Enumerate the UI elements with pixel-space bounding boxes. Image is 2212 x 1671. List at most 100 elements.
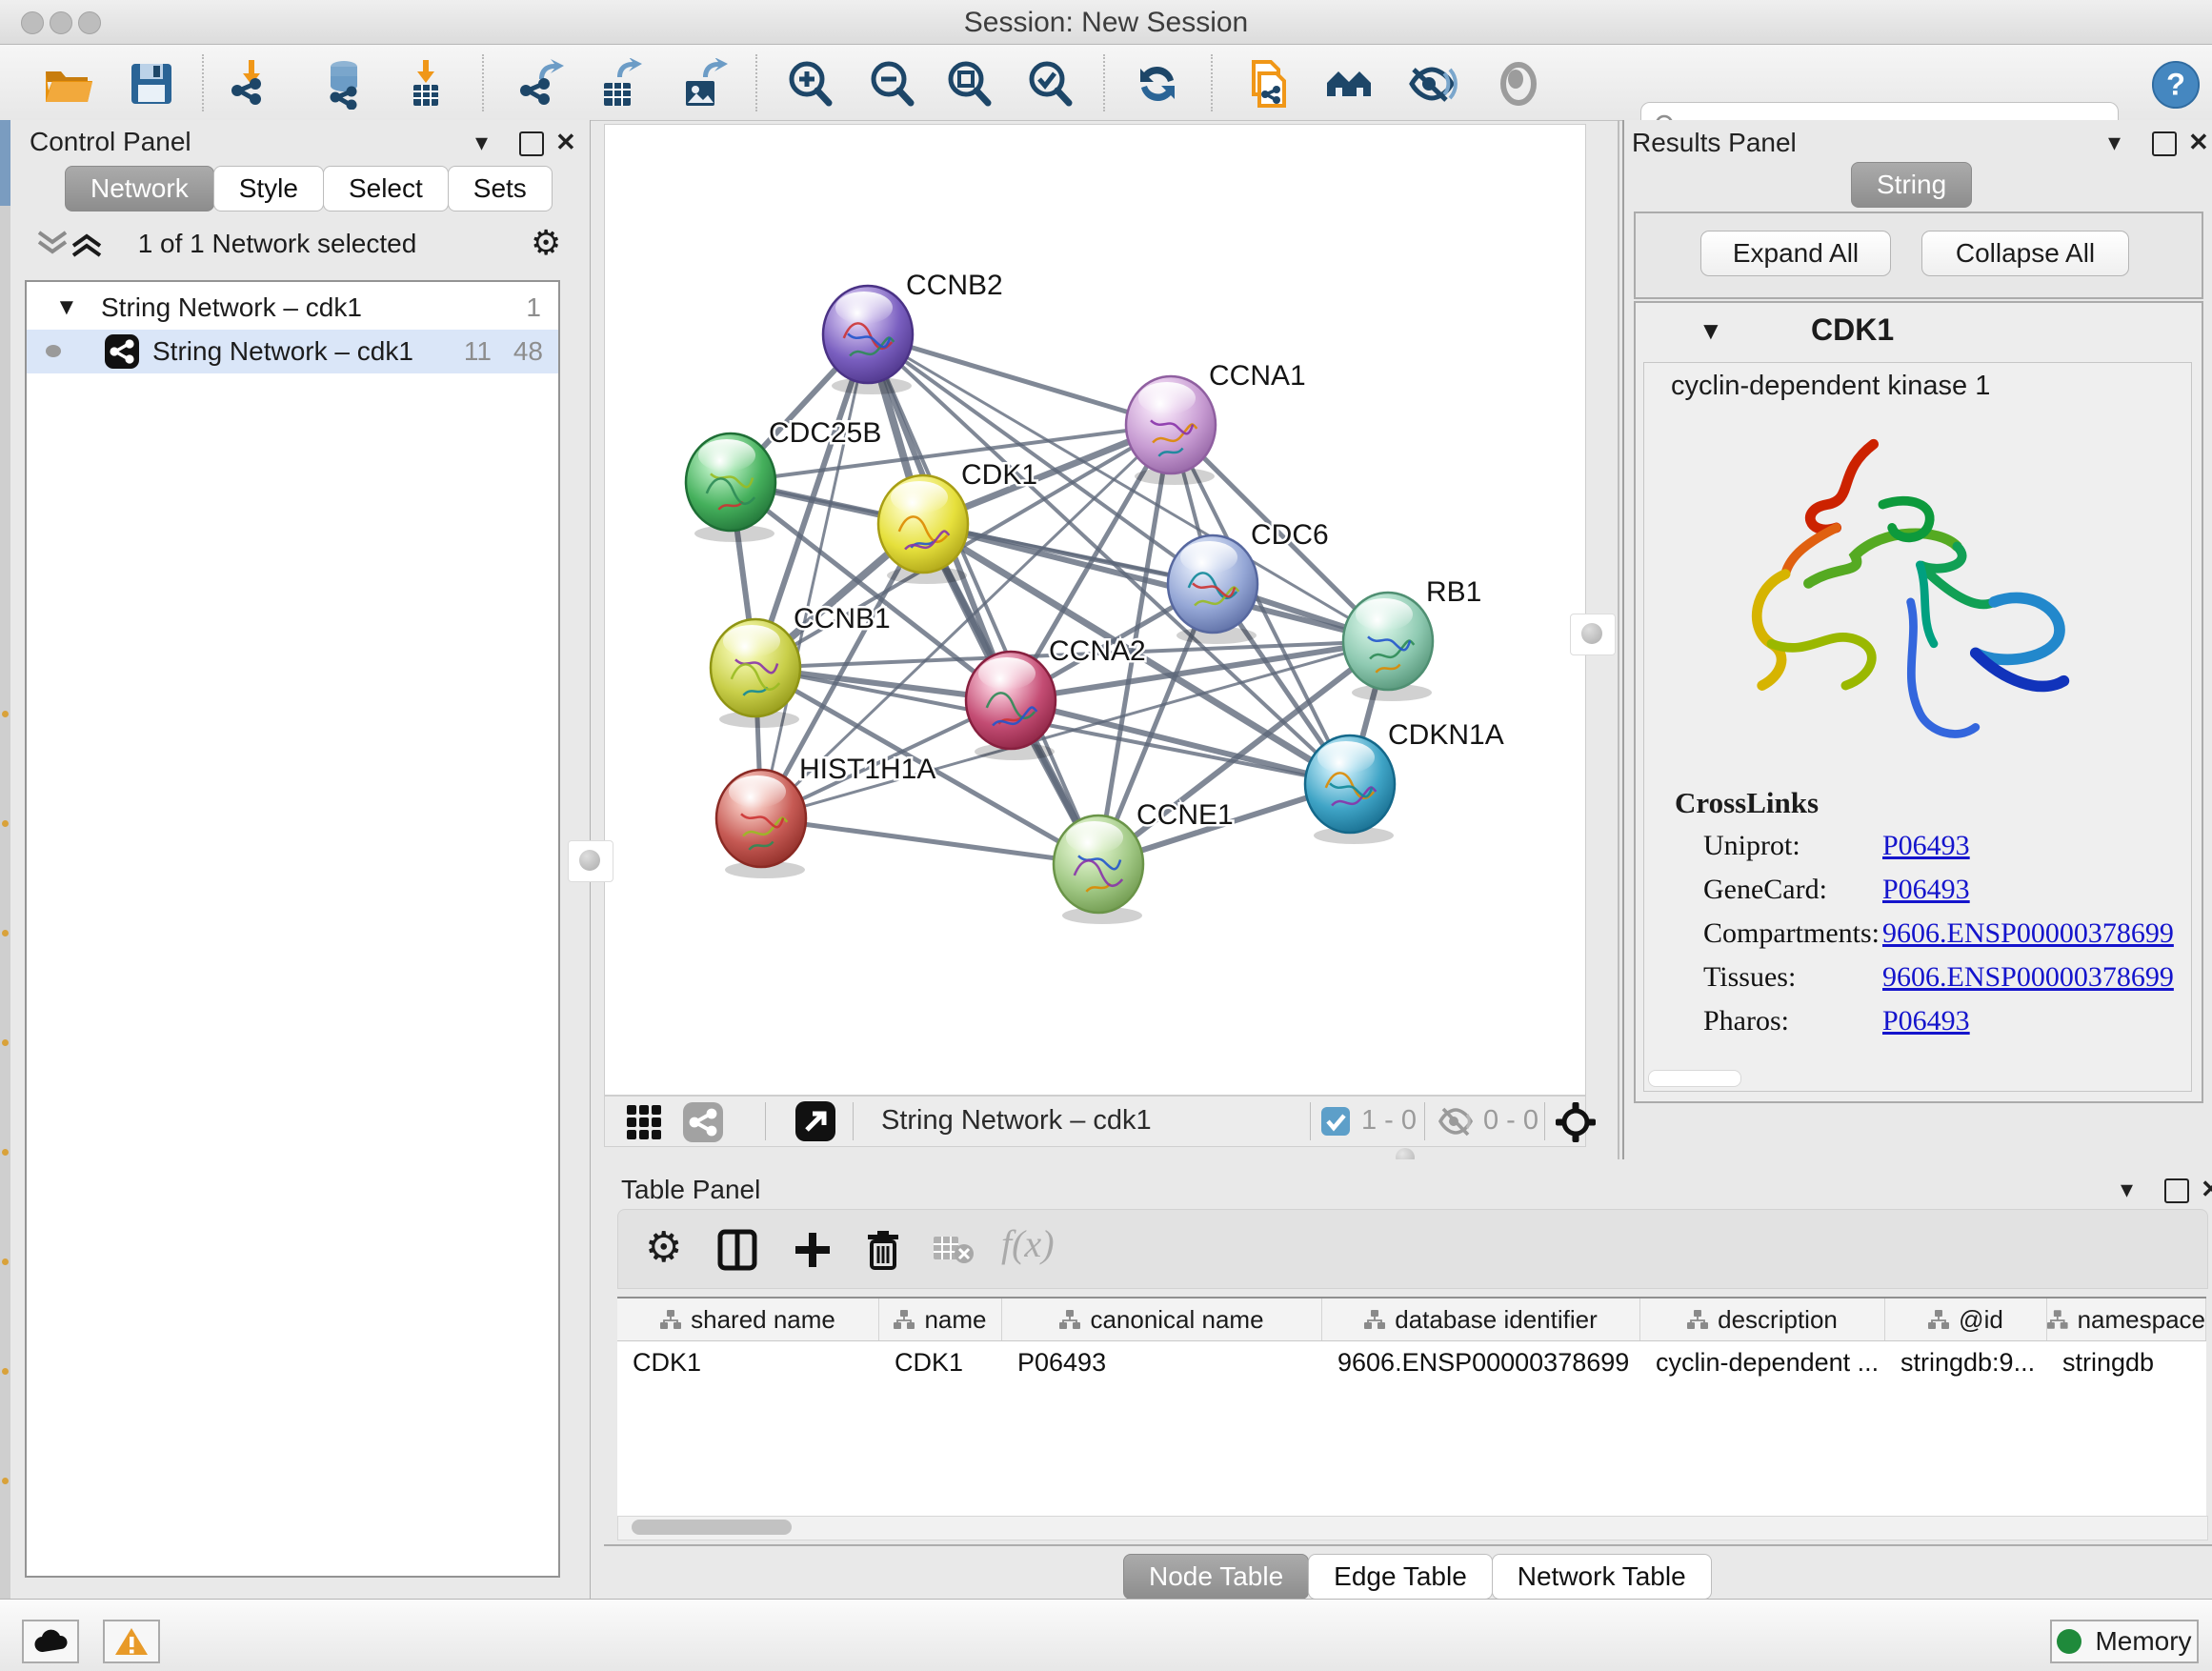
memory-button[interactable]: Memory bbox=[2050, 1620, 2199, 1663]
column-header-@id[interactable]: @id bbox=[1885, 1299, 2047, 1340]
network-view-canvas[interactable]: CCNB2CCNA1CDC25BCDK1CDC6RB1CCNB1CCNA2CDK… bbox=[604, 124, 1586, 1096]
maximize-panel-icon[interactable] bbox=[2152, 131, 2177, 156]
statusbar-separator bbox=[853, 1102, 854, 1140]
right-splitter-handle[interactable] bbox=[1570, 614, 1616, 655]
warnings-button[interactable] bbox=[103, 1620, 160, 1663]
expand-all-button[interactable]: Expand All bbox=[1700, 231, 1891, 276]
crosslink-value-link[interactable]: 9606.ENSP00000378699 bbox=[1882, 917, 2174, 950]
cloud-status-button[interactable] bbox=[22, 1620, 79, 1663]
tab-style[interactable]: Style bbox=[213, 166, 324, 211]
gene-expander-icon[interactable]: ▼ bbox=[1699, 316, 1723, 346]
import-table-icon[interactable] bbox=[400, 58, 452, 110]
left-splitter-handle[interactable] bbox=[568, 840, 613, 882]
close-panel-icon[interactable]: ✕ bbox=[2188, 128, 2209, 157]
statusbar-separator bbox=[1424, 1102, 1425, 1140]
add-column-icon[interactable] bbox=[792, 1229, 834, 1271]
help-icon[interactable]: ? bbox=[2151, 60, 2201, 110]
results-button-bar: Expand All Collapse All bbox=[1634, 211, 2203, 299]
tab-select[interactable]: Select bbox=[323, 166, 449, 211]
app-status-bar: Memory bbox=[0, 1599, 2212, 1671]
export-image-icon[interactable] bbox=[676, 58, 728, 110]
crosslink-value-link[interactable]: P06493 bbox=[1882, 874, 1970, 906]
network-view-toolbar: String Network – cdk1 1 - 0 0 - 0 bbox=[604, 1096, 1586, 1147]
float-panel-icon[interactable]: ▾ bbox=[475, 128, 488, 157]
column-header-description[interactable]: description bbox=[1640, 1299, 1885, 1340]
crosslink-value-link[interactable]: P06493 bbox=[1882, 1005, 1970, 1037]
table-type-tabs: Node TableEdge TableNetwork Table bbox=[1124, 1554, 1712, 1600]
table-row[interactable]: CDK1CDK1P064939606.ENSP00000378699cyclin… bbox=[617, 1341, 2206, 1383]
refresh-icon[interactable] bbox=[1132, 58, 1183, 110]
selected-checkbox-icon[interactable] bbox=[1321, 1107, 1350, 1136]
column-header-shared-name[interactable]: shared name bbox=[617, 1299, 879, 1340]
network-collection-row[interactable]: ▼ String Network – cdk1 1 bbox=[27, 286, 558, 330]
export-table-icon[interactable] bbox=[593, 58, 644, 110]
table-cell: 9606.ENSP00000378699 bbox=[1322, 1341, 1640, 1383]
table-horizontal-scrollbar[interactable] bbox=[617, 1516, 2208, 1540]
network-edge-CCNE1-HIST1H1A[interactable] bbox=[761, 818, 1098, 864]
scrollbar-thumb[interactable] bbox=[632, 1520, 792, 1535]
tab-network-table[interactable]: Network Table bbox=[1492, 1554, 1712, 1600]
results-scrollbar[interactable] bbox=[1648, 1070, 1741, 1087]
hide-panels-eye-icon[interactable] bbox=[1406, 58, 1458, 110]
birds-eye-grid-icon[interactable] bbox=[626, 1104, 662, 1140]
node-table-header: shared namenamecanonical namedatabase id… bbox=[617, 1299, 2206, 1341]
maximize-panel-icon[interactable] bbox=[519, 131, 544, 156]
zoom-fit-icon[interactable] bbox=[943, 58, 995, 110]
zoom-selected-icon[interactable] bbox=[1024, 58, 1076, 110]
save-session-icon[interactable] bbox=[126, 58, 177, 110]
collapse-all-button[interactable]: Collapse All bbox=[1921, 231, 2129, 276]
network-node-RB1[interactable]: RB1 bbox=[1343, 576, 1481, 701]
network-row[interactable]: String Network – cdk1 11 48 bbox=[27, 330, 558, 373]
gene-description: cyclin-dependent kinase 1 bbox=[1671, 371, 1990, 402]
column-header-name[interactable]: name bbox=[879, 1299, 1002, 1340]
open-in-window-icon[interactable] bbox=[795, 1101, 835, 1141]
node-label-CDC6: CDC6 bbox=[1251, 519, 1329, 551]
clone-network-icon[interactable] bbox=[1240, 58, 1292, 110]
tab-string[interactable]: String bbox=[1851, 162, 1972, 208]
maximize-panel-icon[interactable] bbox=[2164, 1178, 2189, 1203]
show-columns-icon[interactable] bbox=[717, 1229, 757, 1271]
zoom-in-icon[interactable] bbox=[784, 58, 835, 110]
network-node-CCNB1[interactable]: CCNB1 bbox=[711, 603, 891, 728]
network-node-CDKN1A[interactable]: CDKN1A bbox=[1305, 719, 1504, 844]
float-panel-icon[interactable]: ▾ bbox=[2121, 1175, 2133, 1204]
table-cell: stringdb:9... bbox=[1885, 1341, 2047, 1383]
application-window: Session: New Session ? Control bbox=[0, 0, 2212, 1671]
network-node-CCNA1[interactable]: CCNA1 bbox=[1126, 360, 1306, 485]
crosslink-value-link[interactable]: 9606.ENSP00000378699 bbox=[1882, 961, 2174, 994]
open-session-icon[interactable] bbox=[41, 58, 92, 110]
delete-column-icon[interactable] bbox=[864, 1227, 902, 1271]
float-panel-icon[interactable]: ▾ bbox=[2108, 128, 2121, 157]
tab-sets[interactable]: Sets bbox=[448, 166, 553, 211]
tab-node-table[interactable]: Node Table bbox=[1123, 1554, 1309, 1600]
network-node-CCNE1[interactable]: CCNE1 bbox=[1054, 799, 1234, 924]
column-header-database-identifier[interactable]: database identifier bbox=[1322, 1299, 1640, 1340]
crosslink-value-link[interactable]: P06493 bbox=[1882, 830, 1970, 862]
fit-selected-crosshair-icon[interactable] bbox=[1556, 1102, 1596, 1142]
network-edge-CCNB2-CCNA1[interactable] bbox=[868, 334, 1171, 425]
column-header-namespace[interactable]: namespace bbox=[2047, 1299, 2206, 1340]
show-all-views-icon[interactable] bbox=[1323, 58, 1375, 110]
zoom-out-icon[interactable] bbox=[866, 58, 917, 110]
network-graph[interactable]: CCNB2CCNA1CDC25BCDK1CDC6RB1CCNB1CCNA2CDK… bbox=[605, 125, 1585, 1095]
tab-network[interactable]: Network bbox=[65, 166, 214, 211]
import-database-icon[interactable] bbox=[318, 58, 370, 110]
column-header-canonical-name[interactable]: canonical name bbox=[1002, 1299, 1322, 1340]
node-label-CCNB2: CCNB2 bbox=[906, 270, 1003, 301]
table-settings-gear-icon[interactable]: ⚙ bbox=[645, 1223, 682, 1272]
string-style-icon[interactable] bbox=[683, 1102, 723, 1142]
tab-edge-table[interactable]: Edge Table bbox=[1308, 1554, 1493, 1600]
import-network-icon[interactable] bbox=[226, 58, 277, 110]
collection-expander-icon[interactable]: ▼ bbox=[55, 286, 78, 330]
network-options-gear-icon[interactable]: ⚙ bbox=[531, 223, 561, 263]
network-node-CDC6[interactable]: CDC6 bbox=[1168, 519, 1329, 644]
close-panel-icon[interactable]: ✕ bbox=[555, 128, 576, 157]
control-panel: Control Panel ▾ ✕ NetworkStyleSelectSets… bbox=[10, 120, 591, 1599]
main-toolbar: ? bbox=[0, 45, 2212, 121]
results-splitter-line[interactable] bbox=[1618, 120, 1619, 1159]
export-network-icon[interactable] bbox=[514, 58, 566, 110]
column-type-icon bbox=[1059, 1310, 1080, 1329]
node-table: shared namenamecanonical namedatabase id… bbox=[617, 1297, 2206, 1518]
network-node-HIST1H1A[interactable]: HIST1H1A bbox=[716, 754, 935, 878]
close-panel-icon[interactable]: ✕ bbox=[2201, 1175, 2212, 1204]
